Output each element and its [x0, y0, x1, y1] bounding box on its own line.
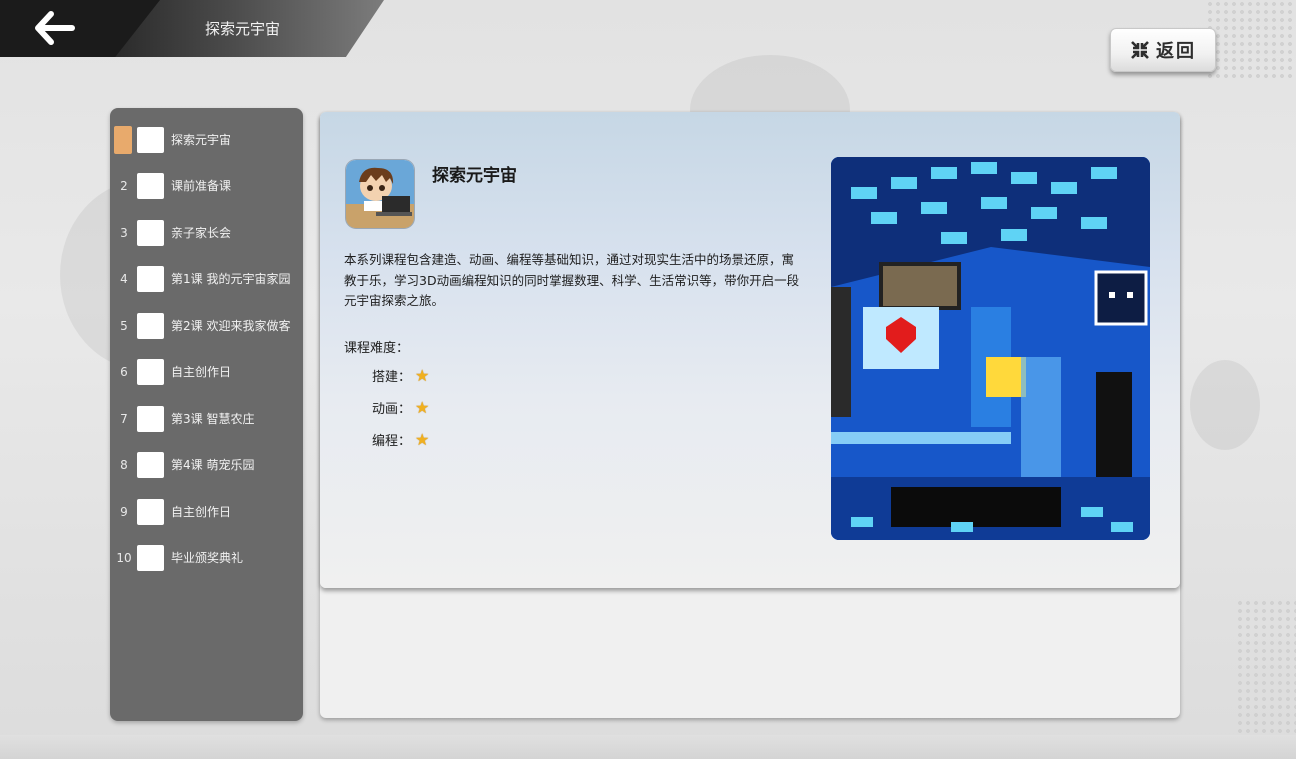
- sidebar-item-number: 7: [120, 412, 128, 426]
- difficulty-label: 课程难度：: [344, 341, 410, 356]
- sidebar-item-7[interactable]: 7 第3课 智慧农庄: [110, 404, 303, 434]
- background-strip: [0, 735, 1296, 759]
- avatar-laptop-icon: [346, 160, 414, 228]
- lesson-thumbnail: [137, 173, 164, 199]
- sidebar-item-label: 第3课 智慧农庄: [171, 412, 255, 426]
- sidebar-item-number: 5: [120, 319, 128, 333]
- sidebar-item-label: 第1课 我的元宇宙家园: [171, 272, 291, 286]
- sidebar-item-8[interactable]: 8 第4课 萌宠乐园: [110, 450, 303, 480]
- sidebar-item-label: 第4课 萌宠乐园: [171, 458, 255, 472]
- sidebar-item-number: 8: [120, 458, 128, 472]
- course-description: 本系列课程包含建造、动画、编程等基础知识，通过对现实生活中的场景还原，寓教于乐，…: [344, 252, 800, 308]
- sidebar-item-label: 毕业颁奖典礼: [171, 551, 244, 565]
- lesson-thumbnail: [137, 545, 164, 571]
- collapse-icon: [1131, 41, 1149, 59]
- difficulty-build: 搭建： ★: [372, 366, 429, 385]
- sidebar-item-3[interactable]: 3 亲子家长会: [110, 218, 303, 248]
- sidebar-item-number: 4: [120, 272, 128, 286]
- lesson-thumbnail: [137, 220, 164, 246]
- return-button[interactable]: 返回: [1110, 28, 1216, 72]
- difficulty-animation: 动画： ★: [372, 398, 429, 417]
- sidebar-item-label: 自主创作日: [171, 505, 232, 519]
- lesson-thumbnail: [137, 359, 164, 385]
- sidebar-item-label: 亲子家长会: [171, 226, 232, 240]
- sidebar-item-number: 6: [120, 365, 128, 379]
- return-button-label: 返回: [1156, 41, 1196, 62]
- sidebar-item-number: 10: [116, 551, 132, 565]
- background-dots: [1206, 0, 1296, 80]
- sidebar-item-6[interactable]: 6 自主创作日: [110, 357, 303, 387]
- star-icon: ★: [415, 366, 430, 385]
- lesson-sidebar: 1 探索元宇宙 2 课前准备课 3 亲子家长会 4 第1课 我的元宇宙家园 5 …: [110, 108, 303, 721]
- sidebar-item-9[interactable]: 9 自主创作日: [110, 497, 303, 527]
- sidebar-item-2[interactable]: 2 课前准备课: [110, 171, 303, 201]
- sidebar-item-label: 第2课 欢迎来我家做客: [171, 319, 291, 333]
- course-title: 探索元宇宙: [432, 166, 517, 186]
- lesson-thumbnail: [137, 499, 164, 525]
- lesson-thumbnail: [137, 127, 164, 153]
- sidebar-item-number: 2: [120, 179, 128, 193]
- background-mascot: [1190, 360, 1260, 450]
- difficulty-programming-label: 编程：: [372, 434, 412, 449]
- difficulty-animation-label: 动画：: [372, 402, 412, 417]
- sidebar-item-label: 探索元宇宙: [171, 133, 232, 147]
- star-icon: ★: [415, 430, 430, 449]
- metaverse-room-image: [831, 157, 1150, 540]
- page-title: 探索元宇宙: [205, 20, 281, 38]
- star-icon: ★: [415, 398, 430, 417]
- arrow-left-icon: [35, 11, 75, 45]
- sidebar-item-4[interactable]: 4 第1课 我的元宇宙家园: [110, 264, 303, 294]
- sidebar-item-label: 课前准备课: [171, 179, 232, 193]
- sidebar-item-number: 3: [120, 226, 128, 240]
- lesson-thumbnail: [137, 266, 164, 292]
- sidebar-item-1[interactable]: 1 探索元宇宙: [110, 125, 303, 155]
- sidebar-item-number: 1: [114, 126, 132, 154]
- sidebar-item-10[interactable]: 10 毕业颁奖典礼: [110, 543, 303, 573]
- difficulty-programming: 编程： ★: [372, 430, 429, 449]
- sidebar-item-5[interactable]: 5 第2课 欢迎来我家做客: [110, 311, 303, 341]
- sidebar-item-number: 9: [120, 505, 128, 519]
- difficulty-build-label: 搭建：: [372, 370, 412, 385]
- lesson-thumbnail: [137, 406, 164, 432]
- lesson-thumbnail: [137, 452, 164, 478]
- sidebar-item-label: 自主创作日: [171, 365, 232, 379]
- lesson-thumbnail: [137, 313, 164, 339]
